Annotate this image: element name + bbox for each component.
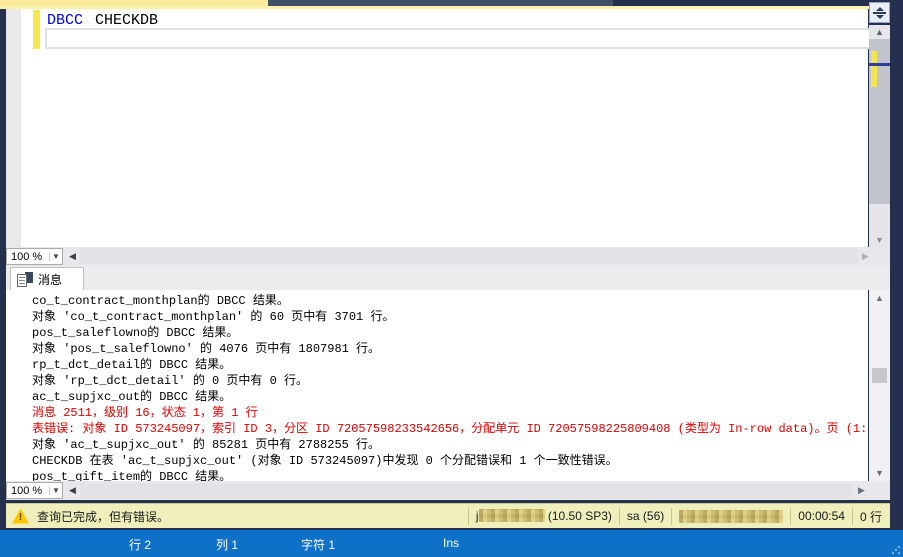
message-line-error: 表错误: 对象 ID 573245097，索引 ID 3，分区 ID 72057… xyxy=(32,421,868,437)
warning-triangle-icon: ! xyxy=(12,509,29,524)
scroll-up-icon[interactable]: ▲ xyxy=(869,293,890,303)
session-user: sa (56) xyxy=(627,509,664,523)
status-separator xyxy=(790,508,791,525)
tab-messages-label: 消息 xyxy=(38,271,62,288)
messages-text: co_t_contract_monthplan的 DBCC 结果。 对象 'co… xyxy=(6,290,868,481)
scroll-down-icon[interactable]: ▼ xyxy=(869,235,890,245)
messages-bottom-bar: 100 % ▼ ◀ ▶ xyxy=(6,481,890,500)
editor-horizontal-scrollbar[interactable] xyxy=(80,249,858,264)
icon-line xyxy=(19,283,25,284)
redacted-server-name xyxy=(479,509,545,522)
cursor-column-indicator: 列 1 xyxy=(216,536,238,553)
query-editor[interactable]: DBCC CHECKDB xyxy=(6,9,868,247)
split-arrow-up xyxy=(876,7,884,11)
sql-statement: CHECKDB xyxy=(95,12,158,29)
message-line: rp_t_dct_detail的 DBCC 结果。 xyxy=(32,357,868,373)
message-line: pos_t_saleflowno的 DBCC 结果。 xyxy=(32,325,868,341)
server-version: (10.50 SP3) xyxy=(545,509,612,523)
editor-zoom-dropdown[interactable]: 100 % ▼ xyxy=(6,248,63,265)
query-status-bar: ! 查询已完成，但有错误。 j (10.50 SP3) sa (56) 00:0… xyxy=(6,503,890,528)
message-line: pos_t_gift_item的 DBCC 结果。 xyxy=(32,469,868,481)
message-line: 对象 'ac_t_supjxc_out' 的 85281 页中有 2788255… xyxy=(32,437,868,453)
sql-keyword: DBCC xyxy=(47,12,83,29)
messages-pages-icon xyxy=(17,272,33,287)
scroll-right-icon[interactable]: ▶ xyxy=(858,485,865,496)
message-line: CHECKDB 在表 'ac_t_supjxc_out' (对象 ID 5732… xyxy=(32,453,868,469)
position-status-bar: 行 2 列 1 字符 1 Ins xyxy=(0,530,903,557)
status-message: 查询已完成，但有错误。 xyxy=(37,508,169,525)
icon-line xyxy=(19,280,25,281)
redacted-database-name xyxy=(679,510,783,523)
messages-horizontal-scrollbar[interactable] xyxy=(80,483,852,498)
messages-zoom-dropdown[interactable]: 100 % ▼ xyxy=(6,482,63,499)
editor-indicator-margin xyxy=(6,9,21,247)
split-line xyxy=(873,12,886,14)
current-line-box[interactable] xyxy=(45,28,876,49)
messages-zoom-value: 100 % xyxy=(7,485,49,497)
status-right-group: j (10.50 SP3) sa (56) 00:00:54 0 行 xyxy=(461,504,890,528)
messages-pane[interactable]: co_t_contract_monthplan的 DBCC 结果。 对象 'co… xyxy=(6,290,868,481)
icon-line xyxy=(19,277,25,278)
change-tracking-bar xyxy=(33,10,40,49)
insert-mode-indicator: Ins xyxy=(443,536,459,550)
scroll-up-icon[interactable]: ▲ xyxy=(869,27,890,37)
status-separator xyxy=(468,508,469,525)
message-line: co_t_contract_monthplan的 DBCC 结果。 xyxy=(32,293,868,309)
message-line: ac_t_supjxc_out的 DBCC 结果。 xyxy=(32,389,868,405)
status-separator xyxy=(671,508,672,525)
rows-count: 0 行 xyxy=(860,508,890,525)
status-separator xyxy=(852,508,853,525)
resize-grip[interactable] xyxy=(891,545,901,555)
server-name: j (10.50 SP3) xyxy=(476,509,612,523)
message-line: 对象 'pos_t_saleflowno' 的 4076 页中有 1807981… xyxy=(32,341,868,357)
editor-zoom-value: 100 % xyxy=(7,251,49,263)
query-duration: 00:00:54 xyxy=(798,509,845,523)
message-line-error: 消息 2511，级别 16，状态 1，第 1 行 xyxy=(32,405,868,421)
cursor-char-indicator: 字符 1 xyxy=(301,536,335,553)
messages-scrollbar-thumb[interactable] xyxy=(872,368,887,383)
message-line: 对象 'co_t_contract_monthplan' 的 60 页中有 37… xyxy=(32,309,868,325)
scroll-right-icon[interactable]: ▶ xyxy=(862,251,869,262)
split-arrow-down xyxy=(876,15,884,19)
cursor-line-indicator: 行 2 xyxy=(129,536,151,553)
scroll-left-icon[interactable]: ◀ xyxy=(69,485,76,496)
chevron-down-icon[interactable]: ▼ xyxy=(49,486,62,495)
editor-vertical-scrollbar[interactable]: ▲ ▼ xyxy=(869,25,890,247)
scrollbar-change-annotation xyxy=(871,51,877,87)
scroll-down-icon[interactable]: ▼ xyxy=(869,468,890,478)
tab-messages[interactable]: 消息 xyxy=(10,267,84,291)
message-line: 对象 'rp_t_dct_detail' 的 0 页中有 0 行。 xyxy=(32,373,868,389)
status-separator xyxy=(619,508,620,525)
messages-vertical-scrollbar[interactable]: ▲ ▼ xyxy=(869,290,890,481)
split-handle-icon[interactable] xyxy=(869,2,890,23)
scroll-left-icon[interactable]: ◀ xyxy=(69,251,76,262)
results-tab-row: 消息 xyxy=(6,266,890,290)
scrollbar-caret-marker xyxy=(869,63,890,66)
editor-bottom-bar: 100 % ▼ ◀ ▶ xyxy=(6,247,890,266)
chevron-down-icon[interactable]: ▼ xyxy=(49,252,62,261)
